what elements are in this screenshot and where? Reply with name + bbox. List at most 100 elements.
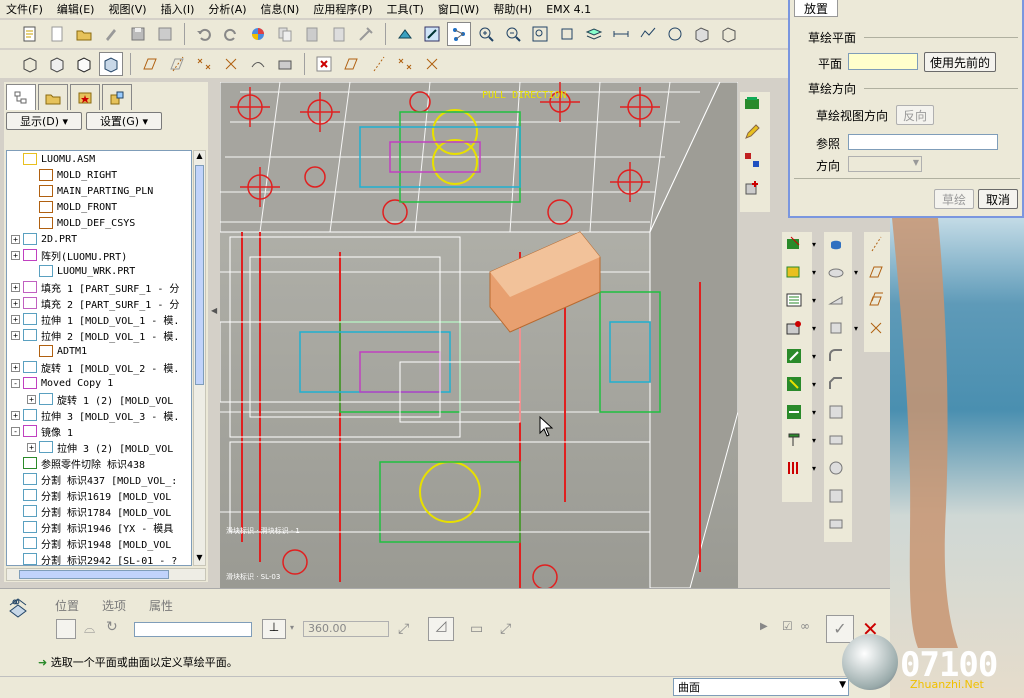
menu-item[interactable]: 信息(N) <box>261 1 300 17</box>
datum-csys-tool-icon[interactable] <box>420 52 444 76</box>
expand-toggle-icon[interactable]: + <box>11 282 20 292</box>
tree-item[interactable]: - 镜像 1 <box>7 423 191 439</box>
play-icon[interactable]: ▶ <box>760 621 768 632</box>
datum-axis-tool-icon-2[interactable] <box>864 232 888 256</box>
datum-axis-display-icon[interactable] <box>165 52 189 76</box>
tree-item[interactable]: + 拉伸 2 [MOLD_VOL_1 - 模. <box>7 327 191 343</box>
expand-toggle-icon[interactable]: + <box>11 298 20 308</box>
tree-item[interactable]: 参照零件切除 标识438 <box>7 455 191 471</box>
menu-item[interactable]: 窗口(W) <box>438 1 479 17</box>
chevron-down-icon[interactable]: ▼ <box>839 680 846 690</box>
glasses-icon[interactable]: ∞ <box>800 619 810 633</box>
expand-toggle-icon[interactable]: + <box>11 330 20 340</box>
refit-icon[interactable] <box>528 22 552 46</box>
sketch-ref-icon[interactable]: ↻ <box>106 619 118 635</box>
tab-connections[interactable] <box>102 84 132 110</box>
menu-item[interactable]: 分析(A) <box>208 1 246 17</box>
expand-toggle-icon[interactable]: + <box>11 234 20 244</box>
tree-item[interactable]: - Moved Copy 1 <box>7 375 191 391</box>
repaint-icon[interactable] <box>555 22 579 46</box>
cancel-button[interactable]: 取消 <box>978 189 1018 209</box>
cavity-layout-icon[interactable] <box>740 148 764 172</box>
flip-button[interactable]: 反向 <box>896 105 934 125</box>
extend-icon[interactable] <box>824 512 848 536</box>
waterline-icon[interactable] <box>782 400 806 424</box>
undo-icon[interactable] <box>192 22 216 46</box>
volume-split-icon[interactable] <box>782 260 806 284</box>
tree-item[interactable]: 分割 标识437 [MOLD_VOL_: <box>7 471 191 487</box>
scroll-down-icon[interactable]: ▼ <box>195 553 204 565</box>
expand-toggle-icon[interactable]: - <box>11 426 20 436</box>
orient-icon[interactable] <box>393 22 417 46</box>
datum-plane-tool-icon-2[interactable] <box>864 260 888 284</box>
tab-folder-browser[interactable] <box>38 84 68 110</box>
expand-toggle-icon[interactable]: - <box>11 378 20 388</box>
expand-toggle-icon[interactable]: + <box>11 410 20 420</box>
tree-item[interactable]: MOLD_DEF_CSYS <box>7 215 191 231</box>
tab-favorites[interactable] <box>70 84 100 110</box>
tree-item[interactable]: + 填充 2 [PART_SURF_1 - 分 <box>7 295 191 311</box>
tree-item[interactable]: ADTM1 <box>7 343 191 359</box>
spin-center-icon[interactable] <box>447 22 471 46</box>
tree-item[interactable]: 分割 标识1784 [MOLD_VOL <box>7 503 191 519</box>
reference-field[interactable] <box>848 134 998 150</box>
measure-icon[interactable] <box>609 22 633 46</box>
tree-horizontal-scrollbar[interactable] <box>6 568 206 581</box>
blank-page-icon[interactable] <box>45 22 69 46</box>
tree-item[interactable]: + 拉伸 3 (2) [MOLD_VOL <box>7 439 191 455</box>
show-menu-button[interactable]: 显示(D) ▾ <box>6 112 82 130</box>
datum-axis-tool-icon[interactable] <box>366 52 390 76</box>
tree-vertical-scrollbar[interactable]: ▲ ▼ <box>193 150 206 566</box>
copy-icon[interactable] <box>273 22 297 46</box>
chevron-down-icon[interactable]: ▾ <box>290 623 294 632</box>
print-icon[interactable] <box>273 52 297 76</box>
parting-surface-icon[interactable] <box>782 232 806 256</box>
menu-item[interactable]: 视图(V) <box>108 1 146 17</box>
chevron-down-icon[interactable]: ▾ <box>812 464 816 473</box>
remove-material-button[interactable]: ◿ <box>428 617 454 641</box>
section-field[interactable] <box>134 622 252 637</box>
view-manager-icon[interactable] <box>690 22 714 46</box>
scroll-up-icon[interactable]: ▲ <box>195 151 204 163</box>
menu-item[interactable]: 插入(I) <box>161 1 195 17</box>
draft-icon[interactable] <box>824 316 848 340</box>
tree-item[interactable]: + 填充 1 [PART_SURF_1 - 分 <box>7 279 191 295</box>
save-icon[interactable] <box>126 22 150 46</box>
chevron-down-icon[interactable]: ▾ <box>812 436 816 445</box>
mold-opening-icon[interactable] <box>782 456 806 480</box>
annotation-display-icon[interactable] <box>246 52 270 76</box>
sketch-mode-icon[interactable] <box>420 22 444 46</box>
chevron-down-icon[interactable]: ▾ <box>812 324 816 333</box>
pencil-feature-icon[interactable] <box>740 120 764 144</box>
regenerate-icon[interactable] <box>246 22 270 46</box>
depth-option-button[interactable]: ⊥ <box>262 619 286 639</box>
paste-special-icon[interactable] <box>327 22 351 46</box>
datum-plane-display-icon[interactable] <box>138 52 162 76</box>
shell-icon[interactable] <box>824 260 848 284</box>
confirm-button[interactable]: ✓ <box>826 615 854 643</box>
menu-item[interactable]: 帮助(H) <box>493 1 532 17</box>
offset-planes-icon[interactable] <box>864 288 888 312</box>
datum-plane-tool-icon[interactable] <box>339 52 363 76</box>
expand-toggle-icon[interactable]: + <box>11 250 20 260</box>
tools-icon[interactable] <box>354 22 378 46</box>
csys-display-icon[interactable] <box>219 52 243 76</box>
spin-icon[interactable] <box>663 22 687 46</box>
depth-value-field[interactable]: 360.00 <box>303 621 389 637</box>
runner-icon[interactable] <box>782 372 806 396</box>
assemble-icon[interactable] <box>740 176 764 200</box>
brush-icon[interactable] <box>99 22 123 46</box>
zoom-in-icon[interactable] <box>474 22 498 46</box>
trim-icon[interactable] <box>824 484 848 508</box>
hole-icon[interactable] <box>824 232 848 256</box>
menu-item[interactable]: EMX 4.1 <box>546 3 591 16</box>
menu-item[interactable]: 应用程序(P) <box>313 1 372 17</box>
hidden-line-icon[interactable] <box>45 52 69 76</box>
tree-item[interactable]: 分割 标识1946 [YX - 模具 <box>7 519 191 535</box>
sketch-icon[interactable] <box>782 344 806 368</box>
layers-icon[interactable] <box>582 22 606 46</box>
round-icon[interactable] <box>824 344 848 368</box>
chevron-down-icon[interactable]: ▾ <box>854 324 858 333</box>
dashboard-link-icon[interactable]: ⚭ <box>10 595 22 611</box>
tree-scroll-thumb[interactable] <box>195 165 204 385</box>
